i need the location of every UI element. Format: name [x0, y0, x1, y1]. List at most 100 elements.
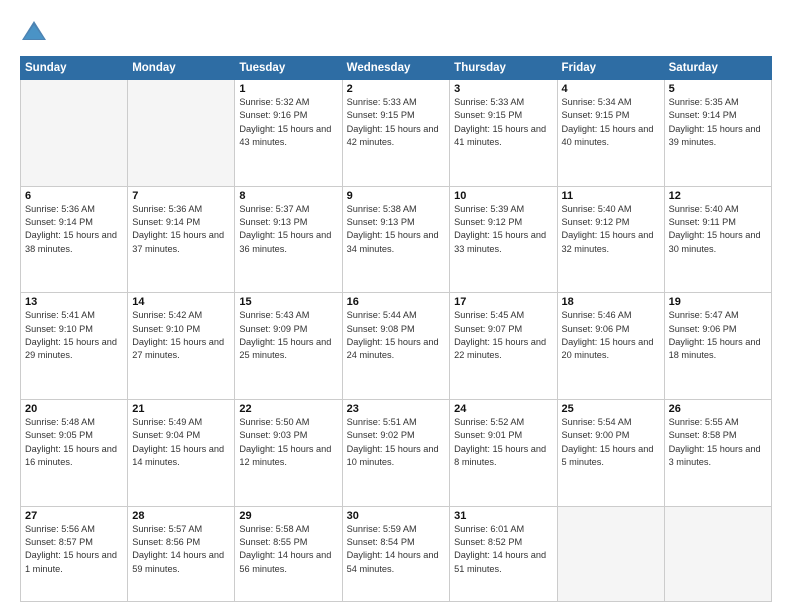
calendar-cell: 30Sunrise: 5:59 AMSunset: 8:54 PMDayligh… [342, 506, 450, 601]
weekday-sunday: Sunday [21, 57, 128, 80]
day-info: Sunrise: 5:51 AMSunset: 9:02 PMDaylight:… [347, 416, 446, 469]
day-info: Sunrise: 5:38 AMSunset: 9:13 PMDaylight:… [347, 203, 446, 256]
day-number: 23 [347, 403, 446, 415]
calendar-cell: 5Sunrise: 5:35 AMSunset: 9:14 PMDaylight… [664, 80, 771, 187]
weekday-header-row: SundayMondayTuesdayWednesdayThursdayFrid… [21, 57, 772, 80]
calendar-cell: 7Sunrise: 5:36 AMSunset: 9:14 PMDaylight… [128, 186, 235, 293]
calendar-cell: 11Sunrise: 5:40 AMSunset: 9:12 PMDayligh… [557, 186, 664, 293]
day-number: 16 [347, 296, 446, 308]
calendar-cell: 12Sunrise: 5:40 AMSunset: 9:11 PMDayligh… [664, 186, 771, 293]
day-info: Sunrise: 5:46 AMSunset: 9:06 PMDaylight:… [562, 309, 660, 362]
day-info: Sunrise: 5:49 AMSunset: 9:04 PMDaylight:… [132, 416, 230, 469]
day-number: 8 [239, 190, 337, 202]
day-info: Sunrise: 5:32 AMSunset: 9:16 PMDaylight:… [239, 96, 337, 149]
calendar-cell: 4Sunrise: 5:34 AMSunset: 9:15 PMDaylight… [557, 80, 664, 187]
calendar-cell [21, 80, 128, 187]
calendar-cell: 3Sunrise: 5:33 AMSunset: 9:15 PMDaylight… [450, 80, 557, 187]
day-number: 7 [132, 190, 230, 202]
day-info: Sunrise: 5:50 AMSunset: 9:03 PMDaylight:… [239, 416, 337, 469]
weekday-monday: Monday [128, 57, 235, 80]
day-info: Sunrise: 5:36 AMSunset: 9:14 PMDaylight:… [132, 203, 230, 256]
day-info: Sunrise: 5:43 AMSunset: 9:09 PMDaylight:… [239, 309, 337, 362]
calendar-cell: 21Sunrise: 5:49 AMSunset: 9:04 PMDayligh… [128, 399, 235, 506]
calendar-cell: 6Sunrise: 5:36 AMSunset: 9:14 PMDaylight… [21, 186, 128, 293]
day-info: Sunrise: 5:34 AMSunset: 9:15 PMDaylight:… [562, 96, 660, 149]
day-info: Sunrise: 5:58 AMSunset: 8:55 PMDaylight:… [239, 523, 337, 576]
calendar-cell: 28Sunrise: 5:57 AMSunset: 8:56 PMDayligh… [128, 506, 235, 601]
day-info: Sunrise: 5:36 AMSunset: 9:14 PMDaylight:… [25, 203, 123, 256]
page: SundayMondayTuesdayWednesdayThursdayFrid… [0, 0, 792, 612]
logo-icon [20, 18, 48, 46]
day-info: Sunrise: 5:40 AMSunset: 9:12 PMDaylight:… [562, 203, 660, 256]
header [20, 18, 772, 46]
day-info: Sunrise: 5:52 AMSunset: 9:01 PMDaylight:… [454, 416, 552, 469]
calendar-cell: 24Sunrise: 5:52 AMSunset: 9:01 PMDayligh… [450, 399, 557, 506]
calendar-cell: 29Sunrise: 5:58 AMSunset: 8:55 PMDayligh… [235, 506, 342, 601]
day-number: 25 [562, 403, 660, 415]
weekday-saturday: Saturday [664, 57, 771, 80]
calendar-cell: 16Sunrise: 5:44 AMSunset: 9:08 PMDayligh… [342, 293, 450, 400]
day-number: 27 [25, 510, 123, 522]
day-number: 9 [347, 190, 446, 202]
calendar-cell: 2Sunrise: 5:33 AMSunset: 9:15 PMDaylight… [342, 80, 450, 187]
calendar-body: 1Sunrise: 5:32 AMSunset: 9:16 PMDaylight… [21, 80, 772, 602]
day-info: Sunrise: 6:01 AMSunset: 8:52 PMDaylight:… [454, 523, 552, 576]
day-number: 17 [454, 296, 552, 308]
calendar-header: SundayMondayTuesdayWednesdayThursdayFrid… [21, 57, 772, 80]
calendar-cell: 17Sunrise: 5:45 AMSunset: 9:07 PMDayligh… [450, 293, 557, 400]
calendar-week-5: 27Sunrise: 5:56 AMSunset: 8:57 PMDayligh… [21, 506, 772, 601]
day-info: Sunrise: 5:47 AMSunset: 9:06 PMDaylight:… [669, 309, 767, 362]
day-number: 2 [347, 83, 446, 95]
calendar-cell: 15Sunrise: 5:43 AMSunset: 9:09 PMDayligh… [235, 293, 342, 400]
day-number: 12 [669, 190, 767, 202]
day-number: 19 [669, 296, 767, 308]
day-number: 3 [454, 83, 552, 95]
day-number: 6 [25, 190, 123, 202]
day-info: Sunrise: 5:44 AMSunset: 9:08 PMDaylight:… [347, 309, 446, 362]
day-number: 18 [562, 296, 660, 308]
weekday-friday: Friday [557, 57, 664, 80]
day-number: 24 [454, 403, 552, 415]
day-number: 5 [669, 83, 767, 95]
calendar-cell: 9Sunrise: 5:38 AMSunset: 9:13 PMDaylight… [342, 186, 450, 293]
calendar-cell: 31Sunrise: 6:01 AMSunset: 8:52 PMDayligh… [450, 506, 557, 601]
day-info: Sunrise: 5:39 AMSunset: 9:12 PMDaylight:… [454, 203, 552, 256]
calendar-cell [128, 80, 235, 187]
calendar-cell [557, 506, 664, 601]
weekday-tuesday: Tuesday [235, 57, 342, 80]
calendar-cell: 14Sunrise: 5:42 AMSunset: 9:10 PMDayligh… [128, 293, 235, 400]
day-info: Sunrise: 5:48 AMSunset: 9:05 PMDaylight:… [25, 416, 123, 469]
day-info: Sunrise: 5:45 AMSunset: 9:07 PMDaylight:… [454, 309, 552, 362]
logo [20, 18, 52, 46]
calendar-cell: 27Sunrise: 5:56 AMSunset: 8:57 PMDayligh… [21, 506, 128, 601]
day-info: Sunrise: 5:37 AMSunset: 9:13 PMDaylight:… [239, 203, 337, 256]
calendar-cell: 20Sunrise: 5:48 AMSunset: 9:05 PMDayligh… [21, 399, 128, 506]
day-number: 29 [239, 510, 337, 522]
calendar: SundayMondayTuesdayWednesdayThursdayFrid… [20, 56, 772, 602]
weekday-wednesday: Wednesday [342, 57, 450, 80]
day-number: 31 [454, 510, 552, 522]
day-info: Sunrise: 5:40 AMSunset: 9:11 PMDaylight:… [669, 203, 767, 256]
day-number: 26 [669, 403, 767, 415]
day-number: 28 [132, 510, 230, 522]
day-info: Sunrise: 5:56 AMSunset: 8:57 PMDaylight:… [25, 523, 123, 576]
day-info: Sunrise: 5:33 AMSunset: 9:15 PMDaylight:… [454, 96, 552, 149]
day-number: 1 [239, 83, 337, 95]
calendar-cell [664, 506, 771, 601]
calendar-week-2: 6Sunrise: 5:36 AMSunset: 9:14 PMDaylight… [21, 186, 772, 293]
calendar-cell: 25Sunrise: 5:54 AMSunset: 9:00 PMDayligh… [557, 399, 664, 506]
day-info: Sunrise: 5:54 AMSunset: 9:00 PMDaylight:… [562, 416, 660, 469]
calendar-cell: 8Sunrise: 5:37 AMSunset: 9:13 PMDaylight… [235, 186, 342, 293]
calendar-cell: 19Sunrise: 5:47 AMSunset: 9:06 PMDayligh… [664, 293, 771, 400]
day-number: 10 [454, 190, 552, 202]
calendar-cell: 13Sunrise: 5:41 AMSunset: 9:10 PMDayligh… [21, 293, 128, 400]
calendar-cell: 10Sunrise: 5:39 AMSunset: 9:12 PMDayligh… [450, 186, 557, 293]
day-number: 14 [132, 296, 230, 308]
calendar-week-4: 20Sunrise: 5:48 AMSunset: 9:05 PMDayligh… [21, 399, 772, 506]
day-number: 20 [25, 403, 123, 415]
day-number: 11 [562, 190, 660, 202]
calendar-week-1: 1Sunrise: 5:32 AMSunset: 9:16 PMDaylight… [21, 80, 772, 187]
weekday-thursday: Thursday [450, 57, 557, 80]
day-number: 30 [347, 510, 446, 522]
day-info: Sunrise: 5:35 AMSunset: 9:14 PMDaylight:… [669, 96, 767, 149]
